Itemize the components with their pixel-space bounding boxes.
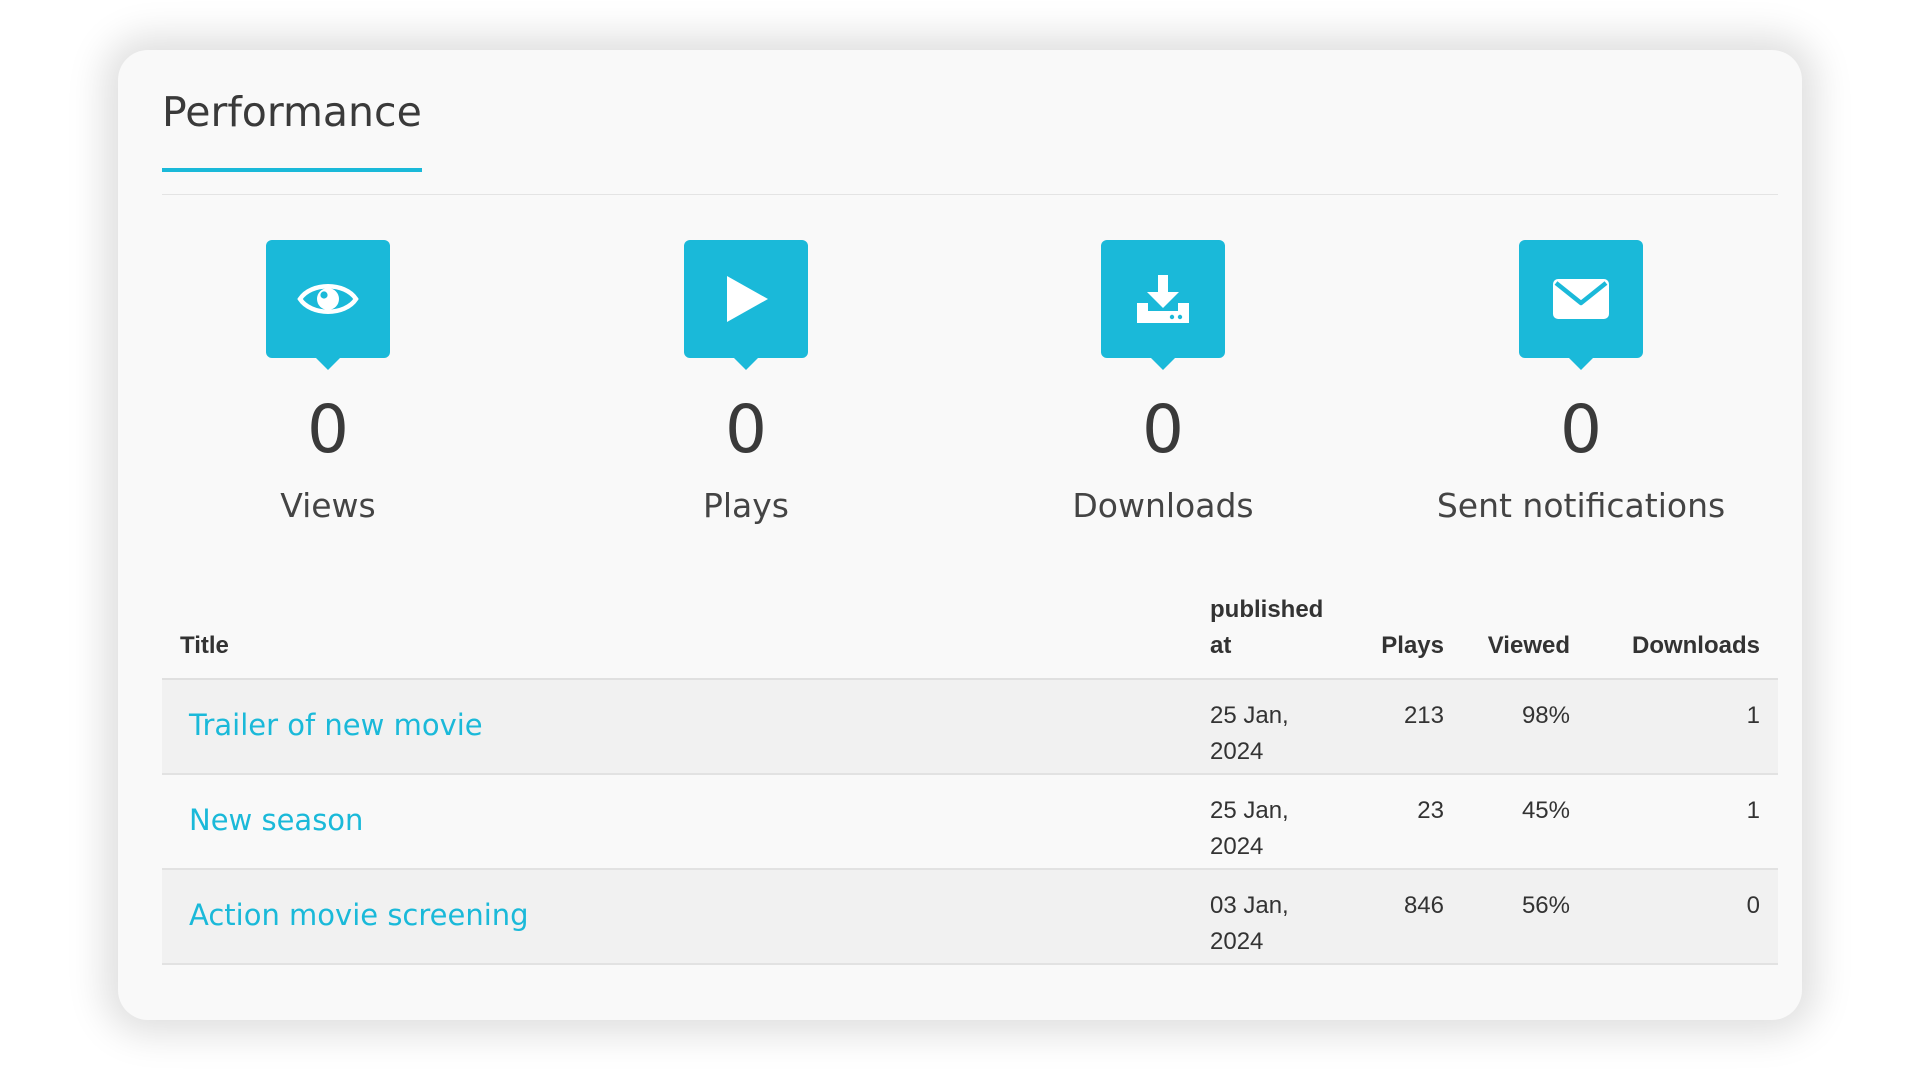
notifications-label: Sent notifications — [1436, 486, 1726, 525]
table-row: Trailer of new movie 25 Jan, 2024 213 98… — [162, 679, 1778, 775]
video-title-link[interactable]: Trailer of new movie — [189, 708, 483, 742]
plays-label: Plays — [702, 486, 789, 525]
stats-row: 0 Views 0 Plays 0 Downloads 0 Sent notif… — [162, 190, 1832, 550]
video-title-link[interactable]: New season — [189, 803, 363, 837]
downloads-cell: 1 — [1588, 679, 1778, 775]
published-date: 25 Jan, 2024 — [1210, 702, 1289, 765]
published-date: 25 Jan, 2024 — [1210, 797, 1289, 860]
performance-table: Title published at Plays Viewed Download… — [162, 586, 1778, 965]
column-header-downloads[interactable]: Downloads — [1588, 586, 1778, 680]
published-cell: 03 Jan, 2024 — [1192, 869, 1362, 965]
column-header-plays[interactable]: Plays — [1362, 586, 1462, 680]
play-icon — [727, 276, 768, 322]
views-label: Views — [280, 486, 376, 525]
published-header-text: published at — [1210, 596, 1324, 659]
plays-tile — [684, 240, 808, 370]
column-header-published[interactable]: published at — [1192, 586, 1362, 680]
stat-sent-notifications: 0 Sent notifications — [1431, 240, 1731, 526]
viewed-cell: 45% — [1462, 774, 1588, 870]
published-date: 03 Jan, 2024 — [1210, 892, 1289, 955]
stat-plays: 0 Plays — [596, 240, 896, 526]
viewed-cell: 56% — [1462, 869, 1588, 965]
plays-cell: 23 — [1362, 774, 1462, 870]
stat-views: 0 Views — [178, 240, 478, 526]
plays-count: 0 — [725, 391, 767, 468]
table-row: Action movie screening 03 Jan, 2024 846 … — [162, 869, 1778, 965]
stat-downloads: 0 Downloads — [1013, 240, 1313, 526]
column-header-viewed[interactable]: Viewed — [1462, 586, 1588, 680]
download-icon — [1137, 275, 1189, 323]
performance-table-wrap: Title published at Plays Viewed Download… — [162, 586, 1778, 965]
views-count: 0 — [307, 391, 349, 468]
downloads-tile — [1101, 240, 1225, 370]
published-cell: 25 Jan, 2024 — [1192, 679, 1362, 775]
plays-cell: 213 — [1362, 679, 1462, 775]
table-header-row: Title published at Plays Viewed Download… — [162, 586, 1778, 680]
title-cell: Trailer of new movie — [162, 679, 1192, 775]
page-title[interactable]: Performance — [162, 72, 422, 172]
plays-cell: 846 — [1362, 869, 1462, 965]
performance-header: Performance — [162, 72, 1778, 195]
eye-icon — [297, 284, 359, 314]
title-cell: New season — [162, 774, 1192, 870]
downloads-count: 0 — [1142, 391, 1184, 468]
table-row: New season 25 Jan, 2024 23 45% 1 — [162, 774, 1778, 870]
column-header-title[interactable]: Title — [162, 586, 1192, 680]
published-cell: 25 Jan, 2024 — [1192, 774, 1362, 870]
notifications-count: 0 — [1560, 391, 1602, 468]
downloads-label: Downloads — [1072, 486, 1254, 525]
viewed-cell: 98% — [1462, 679, 1588, 775]
notifications-tile — [1519, 240, 1643, 370]
downloads-cell: 1 — [1588, 774, 1778, 870]
envelope-icon — [1553, 279, 1609, 319]
title-cell: Action movie screening — [162, 869, 1192, 965]
downloads-cell: 0 — [1588, 869, 1778, 965]
video-title-link[interactable]: Action movie screening — [189, 898, 529, 932]
views-tile — [266, 240, 390, 370]
performance-card: Performance 0 Views 0 Plays 0 Downloads … — [118, 50, 1802, 1020]
